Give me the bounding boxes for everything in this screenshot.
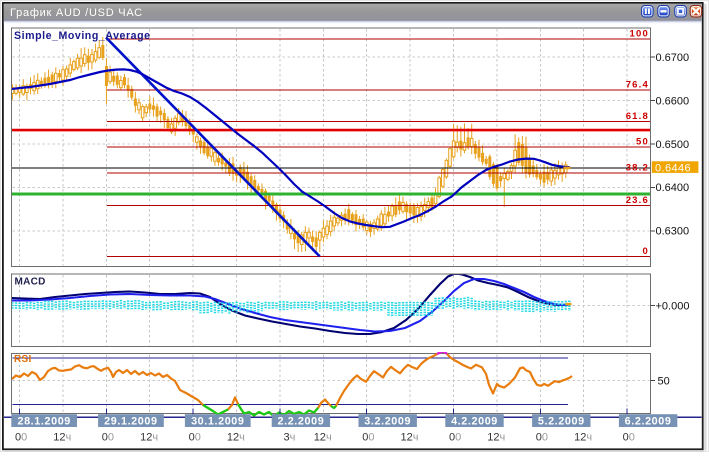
svg-text:00: 00 xyxy=(189,432,201,444)
svg-text:12ч: 12ч xyxy=(140,432,158,444)
svg-text:0.6600: 0.6600 xyxy=(656,95,690,107)
svg-text:4.2.2009: 4.2.2009 xyxy=(451,415,498,427)
svg-text:0.6446: 0.6446 xyxy=(655,162,691,174)
svg-text:29.1.2009: 29.1.2009 xyxy=(104,415,157,427)
svg-text:12ч: 12ч xyxy=(401,432,419,444)
svg-text:38.2: 38.2 xyxy=(626,162,649,173)
svg-text:100: 100 xyxy=(630,28,649,39)
svg-text:3.2.2009: 3.2.2009 xyxy=(364,415,411,427)
svg-text:00: 00 xyxy=(362,432,374,444)
svg-text:0.6700: 0.6700 xyxy=(656,52,690,64)
svg-text:6.2.2009: 6.2.2009 xyxy=(625,415,672,427)
svg-text:5.2.2009: 5.2.2009 xyxy=(538,415,585,427)
svg-text:50: 50 xyxy=(636,136,649,147)
svg-text:0.6500: 0.6500 xyxy=(656,139,690,151)
svg-text:0.6400: 0.6400 xyxy=(656,182,690,194)
svg-text:30.1.2009: 30.1.2009 xyxy=(191,415,244,427)
svg-text:2.2.2009: 2.2.2009 xyxy=(277,415,324,427)
svg-text:0: 0 xyxy=(643,246,649,257)
svg-text:+0.000: +0.000 xyxy=(656,301,690,313)
svg-text:12ч: 12ч xyxy=(227,432,245,444)
svg-text:Simple_Moving_Average: Simple_Moving_Average xyxy=(14,30,151,42)
svg-text:76.4: 76.4 xyxy=(626,80,649,91)
svg-text:00: 00 xyxy=(15,432,27,444)
svg-text:61.8: 61.8 xyxy=(626,111,649,122)
svg-text:График AUD /USD ЧАС: График AUD /USD ЧАС xyxy=(10,7,143,19)
svg-text:00: 00 xyxy=(449,432,461,444)
svg-text:00: 00 xyxy=(102,432,114,444)
svg-text:00: 00 xyxy=(536,432,548,444)
svg-text:12ч: 12ч xyxy=(487,432,505,444)
svg-text:12ч: 12ч xyxy=(53,432,71,444)
svg-text:0.6300: 0.6300 xyxy=(656,226,690,238)
svg-text:00: 00 xyxy=(623,432,635,444)
svg-text:MACD: MACD xyxy=(15,277,46,288)
svg-text:3ч: 3ч xyxy=(284,432,296,444)
svg-text:28.1.2009: 28.1.2009 xyxy=(17,415,70,427)
svg-text:23.6: 23.6 xyxy=(626,195,649,206)
svg-text:50: 50 xyxy=(658,376,670,388)
svg-text:12ч: 12ч xyxy=(314,432,332,444)
svg-text:RSI: RSI xyxy=(14,354,32,365)
svg-text:12ч: 12ч xyxy=(574,432,592,444)
